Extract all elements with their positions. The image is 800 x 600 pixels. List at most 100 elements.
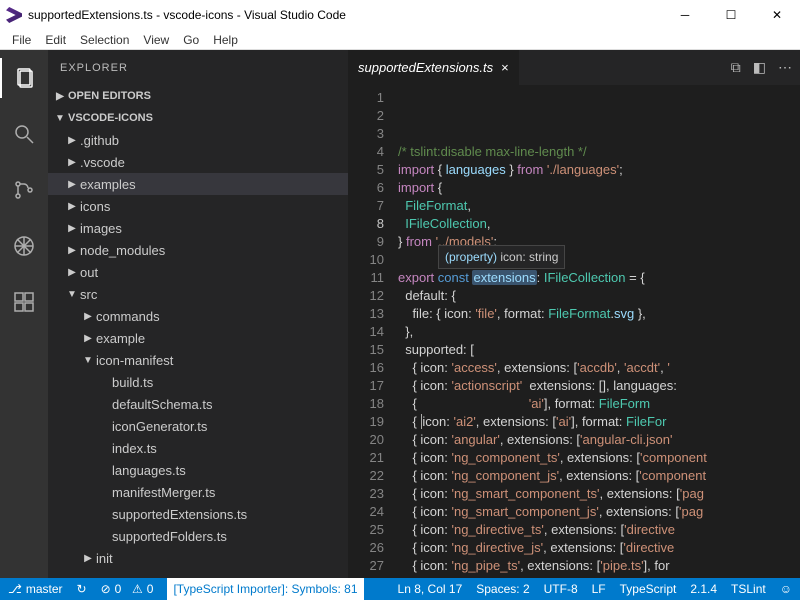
folder-init[interactable]: ▶init bbox=[48, 547, 348, 569]
more-actions-icon[interactable]: ⋯ bbox=[778, 59, 792, 76]
statusbar-ts-importer[interactable]: [TypeScript Importer]: Symbols: 81 bbox=[167, 578, 363, 600]
code-line-20[interactable]: { icon: 'ng_smart_component_ts', extensi… bbox=[398, 485, 800, 503]
menu-view[interactable]: View bbox=[137, 32, 175, 48]
folder-images[interactable]: ▶images bbox=[48, 217, 348, 239]
code-line-23[interactable]: { icon: 'ng_directive_js', extensions: [… bbox=[398, 539, 800, 557]
tree-item-label: build.ts bbox=[112, 375, 153, 390]
tab-bar: supportedExtensions.ts × ⧉ ◧ ⋯ bbox=[348, 50, 800, 85]
chevron-right-icon: ▶ bbox=[64, 223, 80, 234]
code-line-3[interactable]: import { bbox=[398, 179, 800, 197]
file-defaultschema-ts[interactable]: defaultSchema.ts bbox=[48, 393, 348, 415]
statusbar-position[interactable]: Ln 8, Col 17 bbox=[398, 582, 463, 596]
code-line-1[interactable]: /* tslint:disable max-line-length */ bbox=[398, 143, 800, 161]
code-line-12[interactable]: supported: [ bbox=[398, 341, 800, 359]
tree-item-label: images bbox=[80, 221, 122, 236]
split-editor-icon[interactable]: ⧉ bbox=[731, 59, 741, 76]
sidebar-title: EXPLORER bbox=[48, 50, 348, 85]
close-button[interactable]: ✕ bbox=[754, 0, 800, 30]
code-line-13[interactable]: { icon: 'access', extensions: ['accdb', … bbox=[398, 359, 800, 377]
folder-node_modules[interactable]: ▶node_modules bbox=[48, 239, 348, 261]
activity-debug[interactable] bbox=[0, 226, 48, 266]
code-line-18[interactable]: { icon: 'ng_component_ts', extensions: [… bbox=[398, 449, 800, 467]
file-languages-ts[interactable]: languages.ts bbox=[48, 459, 348, 481]
code-line-17[interactable]: { icon: 'angular', extensions: ['angular… bbox=[398, 431, 800, 449]
window-titlebar: supportedExtensions.ts - vscode-icons - … bbox=[0, 0, 800, 30]
tab-supportedextensions[interactable]: supportedExtensions.ts × bbox=[348, 50, 519, 85]
code-line-5[interactable]: IFileCollection, bbox=[398, 215, 800, 233]
file-supportedextensions-ts[interactable]: supportedExtensions.ts bbox=[48, 503, 348, 525]
tree-item-label: defaultSchema.ts bbox=[112, 397, 212, 412]
activity-extensions[interactable] bbox=[0, 282, 48, 322]
code-line-15[interactable]: { 'ai'], format: FileForm bbox=[398, 395, 800, 413]
menu-go[interactable]: Go bbox=[177, 32, 205, 48]
tab-label: supportedExtensions.ts bbox=[358, 60, 493, 75]
folder-out[interactable]: ▶out bbox=[48, 261, 348, 283]
code-line-14[interactable]: { icon: 'actionscript' extensions: [], l… bbox=[398, 377, 800, 395]
folder-src[interactable]: ▼src bbox=[48, 283, 348, 305]
activity-search[interactable] bbox=[0, 114, 48, 154]
code-line-4[interactable]: FileFormat, bbox=[398, 197, 800, 215]
code-line-21[interactable]: { icon: 'ng_smart_component_js', extensi… bbox=[398, 503, 800, 521]
statusbar-spaces[interactable]: Spaces: 2 bbox=[476, 582, 529, 596]
folder-commands[interactable]: ▶commands bbox=[48, 305, 348, 327]
chevron-right-icon: ▶ bbox=[64, 201, 80, 212]
menu-selection[interactable]: Selection bbox=[74, 32, 135, 48]
chevron-right-icon: ▶ bbox=[64, 245, 80, 256]
folder-example[interactable]: ▶example bbox=[48, 327, 348, 349]
tree-item-label: node_modules bbox=[80, 243, 165, 258]
code-line-22[interactable]: { icon: 'ng_directive_ts', extensions: [… bbox=[398, 521, 800, 539]
hover-tooltip: (property) icon: string bbox=[438, 245, 565, 269]
chevron-right-icon: ▶ bbox=[64, 179, 80, 190]
code-line-10[interactable]: file: { icon: 'file', format: FileFormat… bbox=[398, 305, 800, 323]
file-manifestmerger-ts[interactable]: manifestMerger.ts bbox=[48, 481, 348, 503]
code-lines[interactable]: (property) icon: string /* tslint:disabl… bbox=[398, 85, 800, 578]
statusbar-feedback[interactable]: ☺ bbox=[780, 582, 792, 596]
window-controls: ─ ☐ ✕ bbox=[662, 0, 800, 30]
file-supportedfolders-ts[interactable]: supportedFolders.ts bbox=[48, 525, 348, 547]
code-line-24[interactable]: { icon: 'ng_pipe_ts', extensions: ['pipe… bbox=[398, 557, 800, 575]
minimize-button[interactable]: ─ bbox=[662, 0, 708, 30]
folder--github[interactable]: ▶.github bbox=[48, 129, 348, 151]
activity-bar bbox=[0, 50, 48, 578]
code-line-16[interactable]: { icon: 'ai2', extensions: ['ai'], forma… bbox=[398, 413, 800, 431]
section-project[interactable]: ▼VSCODE-ICONS bbox=[48, 107, 348, 129]
menu-help[interactable]: Help bbox=[207, 32, 244, 48]
code-line-2[interactable]: import { languages } from './languages'; bbox=[398, 161, 800, 179]
statusbar-eol[interactable]: LF bbox=[592, 582, 606, 596]
file-icongenerator-ts[interactable]: iconGenerator.ts bbox=[48, 415, 348, 437]
menu-file[interactable]: File bbox=[6, 32, 37, 48]
code-line-8[interactable]: export const extensions: IFileCollection… bbox=[398, 269, 800, 287]
line-gutter: 1234567891011121314151617181920212223242… bbox=[348, 85, 398, 578]
editor-group: supportedExtensions.ts × ⧉ ◧ ⋯ 123456789… bbox=[348, 50, 800, 578]
menu-edit[interactable]: Edit bbox=[39, 32, 72, 48]
chevron-down-icon: ▼ bbox=[80, 355, 96, 366]
statusbar-tsversion[interactable]: 2.1.4 bbox=[690, 582, 717, 596]
code-line-9[interactable]: default: { bbox=[398, 287, 800, 305]
code-line-19[interactable]: { icon: 'ng_component_js', extensions: [… bbox=[398, 467, 800, 485]
statusbar-sync[interactable]: ↻ bbox=[77, 582, 87, 596]
status-bar: ⎇ master ↻ ⊘ 0 ⚠ 0 [TypeScript Importer]… bbox=[0, 578, 800, 600]
folder--vscode[interactable]: ▶.vscode bbox=[48, 151, 348, 173]
maximize-button[interactable]: ☐ bbox=[708, 0, 754, 30]
code-line-11[interactable]: }, bbox=[398, 323, 800, 341]
tree-item-label: .github bbox=[80, 133, 119, 148]
section-open-editors[interactable]: ▶OPEN EDITORS bbox=[48, 85, 348, 107]
code-editor[interactable]: 1234567891011121314151617181920212223242… bbox=[348, 85, 800, 578]
file-build-ts[interactable]: build.ts bbox=[48, 371, 348, 393]
activity-explorer[interactable] bbox=[0, 58, 48, 98]
statusbar-problems[interactable]: ⊘ 0 ⚠ 0 bbox=[101, 582, 154, 596]
code-line-25[interactable]: { icon: 'ng_pipe_js', extensions: ['pipe… bbox=[398, 575, 800, 578]
close-tab-icon[interactable]: × bbox=[501, 60, 509, 75]
menu-bar: File Edit Selection View Go Help bbox=[0, 30, 800, 50]
statusbar-language[interactable]: TypeScript bbox=[620, 582, 677, 596]
editor-actions: ⧉ ◧ ⋯ bbox=[731, 59, 792, 76]
statusbar-encoding[interactable]: UTF-8 bbox=[544, 582, 578, 596]
statusbar-branch[interactable]: ⎇ master bbox=[8, 582, 63, 596]
statusbar-tslint[interactable]: TSLint bbox=[731, 582, 766, 596]
folder-icon-manifest[interactable]: ▼icon-manifest bbox=[48, 349, 348, 371]
file-index-ts[interactable]: index.ts bbox=[48, 437, 348, 459]
activity-git[interactable] bbox=[0, 170, 48, 210]
folder-examples[interactable]: ▶examples bbox=[48, 173, 348, 195]
folder-icons[interactable]: ▶icons bbox=[48, 195, 348, 217]
toggle-sidebar-icon[interactable]: ◧ bbox=[753, 59, 766, 76]
